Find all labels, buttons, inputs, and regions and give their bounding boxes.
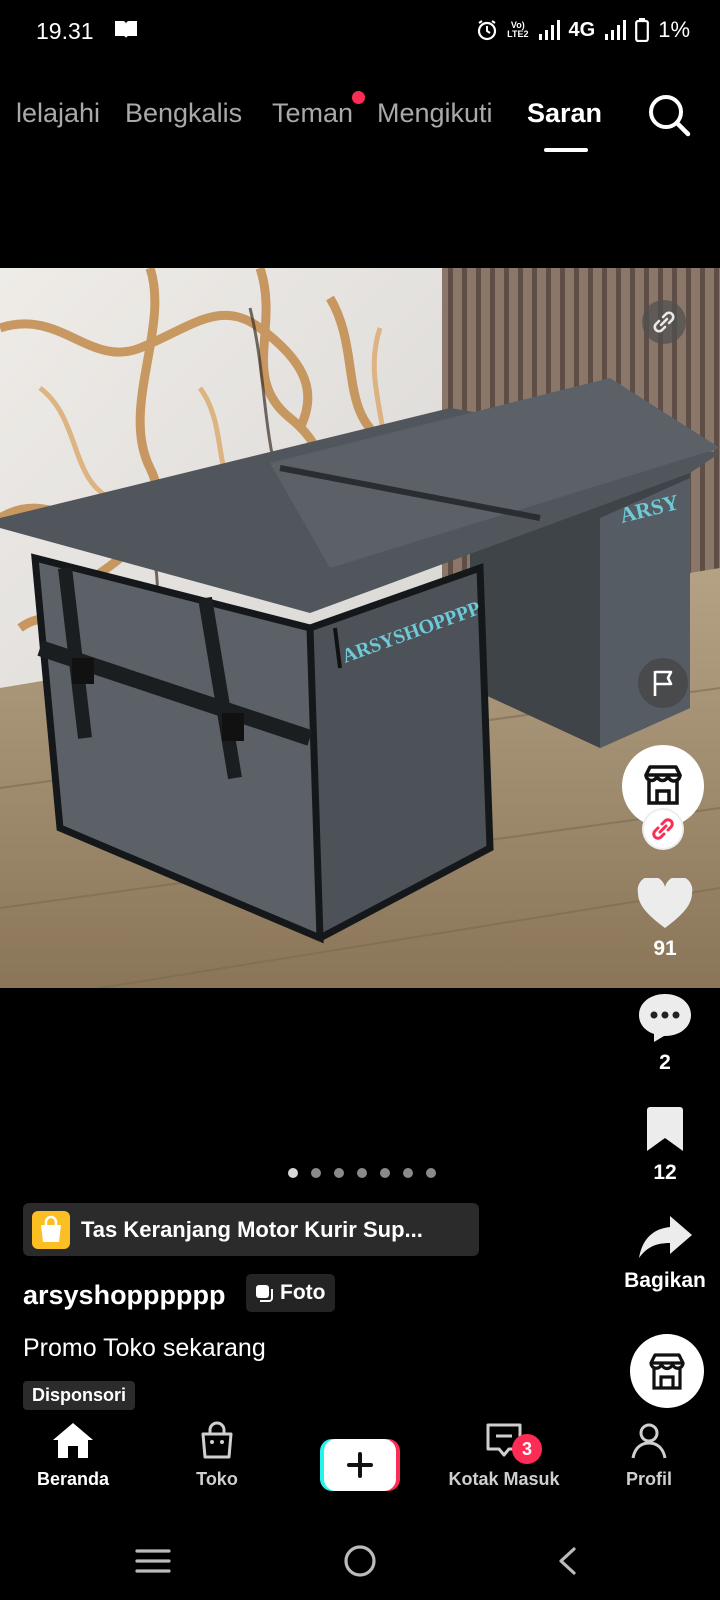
battery-percent: 1% <box>658 17 690 42</box>
battery-icon <box>635 18 650 42</box>
link-icon[interactable] <box>642 300 686 344</box>
tab-saran[interactable]: Saran <box>527 98 602 129</box>
comment-count: 2 <box>659 1051 671 1074</box>
carousel-dot <box>357 1168 367 1178</box>
sponsored-label: Disponsori <box>23 1381 136 1410</box>
home-icon <box>53 1423 93 1458</box>
shop-bag-icon <box>201 1421 233 1459</box>
status-bar: 19.31 Vo) LTE2 4G 1% <box>0 0 720 62</box>
post-media[interactable]: ARSY ARSYSHOPPPP <box>0 268 720 988</box>
back-icon[interactable] <box>556 1546 578 1576</box>
carousel-dot <box>403 1168 413 1178</box>
photo-stack-icon <box>256 1285 273 1302</box>
product-link[interactable]: Tas Keranjang Motor Kurir Sup... <box>23 1203 479 1256</box>
heart-icon <box>637 876 693 928</box>
bookmark-icon <box>647 1107 683 1151</box>
tab-jelajahi[interactable]: lelajahi <box>16 98 100 129</box>
flag-icon[interactable] <box>638 658 688 708</box>
search-icon[interactable] <box>646 92 692 138</box>
nav-beranda[interactable]: Beranda <box>8 1420 138 1490</box>
profile-icon <box>631 1423 667 1459</box>
carousel-dot <box>334 1168 344 1178</box>
nav-label: Beranda <box>36 1469 110 1489</box>
volte-indicator: Vo) LTE2 <box>507 20 529 39</box>
status-time: 19.31 <box>36 18 94 44</box>
status-icons: Vo) LTE2 4G 1% <box>476 16 690 44</box>
carousel-dot <box>380 1168 390 1178</box>
save-count: 12 <box>653 1161 677 1184</box>
product-photo: ARSY ARSYSHOPPPP <box>0 268 720 988</box>
link-icon <box>652 818 674 840</box>
shop-link-badge[interactable] <box>644 810 682 848</box>
product-title: Tas Keranjang Motor Kurir Sup... <box>81 1217 423 1242</box>
comment-icon <box>639 994 691 1042</box>
alarm-icon <box>478 20 497 41</box>
nav-toko[interactable]: Toko <box>152 1420 282 1490</box>
like-count: 91 <box>653 937 677 960</box>
share-label: Bagikan <box>624 1269 706 1292</box>
top-tab-bar: lelajahi Bengkalis Teman Mengikuti Saran <box>0 86 720 166</box>
inbox-badge: 3 <box>512 1434 542 1464</box>
save-button[interactable]: 12 <box>620 1104 710 1185</box>
notification-dot <box>352 91 365 104</box>
network-type: 4G <box>568 18 596 41</box>
nav-kotak-masuk[interactable]: Kotak Masuk <box>439 1420 569 1490</box>
system-nav-bar <box>0 1520 720 1600</box>
carousel-dot <box>288 1168 298 1178</box>
signal-icon <box>538 20 560 40</box>
share-icon <box>639 1216 692 1258</box>
home-circle-icon[interactable] <box>343 1544 377 1578</box>
carousel-dot <box>311 1168 321 1178</box>
photo-badge: Foto <box>246 1274 336 1312</box>
shop-button[interactable] <box>629 1333 705 1409</box>
shopping-bag-icon <box>32 1211 70 1249</box>
menu-icon[interactable] <box>135 1548 171 1574</box>
active-tab-indicator <box>544 148 588 152</box>
tab-mengikuti[interactable]: Mengikuti <box>377 98 493 129</box>
nav-label: Kotak Masuk <box>448 1469 560 1489</box>
post-caption: Promo Toko sekarang <box>23 1334 266 1362</box>
create-button[interactable] <box>320 1439 400 1491</box>
carousel-indicator <box>288 1168 436 1178</box>
nav-label: Profil <box>625 1469 672 1489</box>
signal-2-icon <box>605 20 627 40</box>
tab-bengkalis[interactable]: Bengkalis <box>125 98 242 129</box>
share-button[interactable]: Bagikan <box>620 1212 710 1293</box>
photo-badge-label: Foto <box>280 1281 326 1304</box>
like-button[interactable]: 91 <box>620 876 710 961</box>
username[interactable]: arsyshopppppp <box>23 1280 226 1311</box>
nav-profil[interactable]: Profil <box>584 1420 714 1490</box>
nav-label: Toko <box>196 1469 238 1489</box>
comment-button[interactable]: 2 <box>620 990 710 1075</box>
carousel-dot <box>426 1168 436 1178</box>
tab-teman[interactable]: Teman <box>272 98 353 129</box>
book-icon <box>115 21 137 38</box>
